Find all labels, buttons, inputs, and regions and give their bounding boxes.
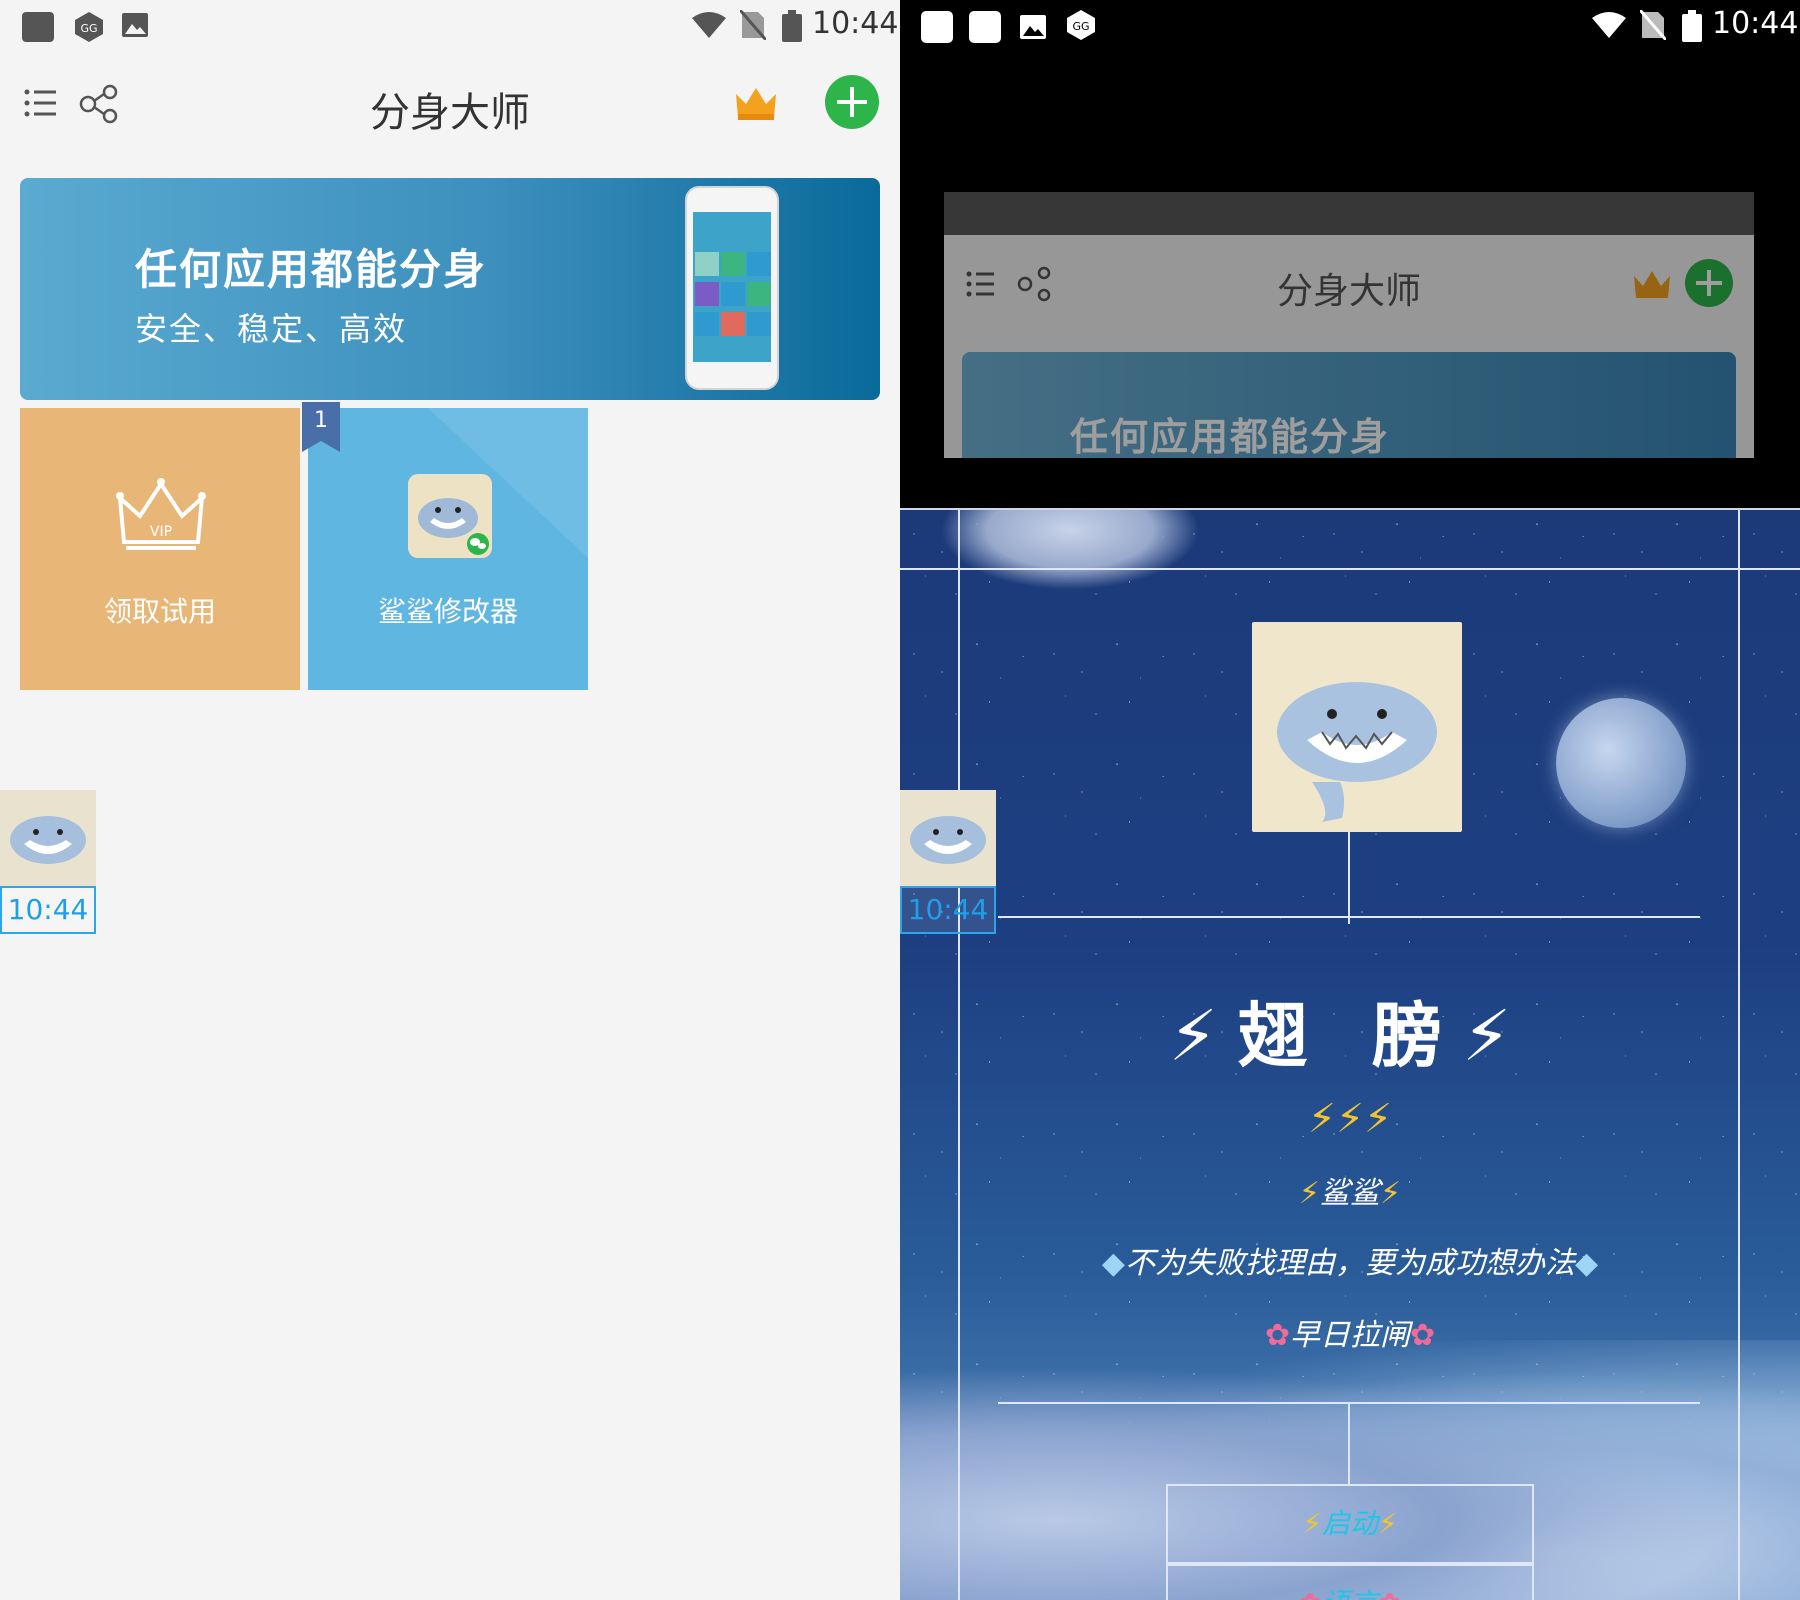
language-button[interactable]: ✿语言✿: [1166, 1564, 1534, 1600]
flower-icon: ✿: [1264, 1318, 1290, 1353]
no-sim-icon: [740, 10, 766, 40]
vip-crown-icon[interactable]: [734, 84, 778, 124]
mod-wish-line: ✿早日拉闸✿: [900, 1310, 1800, 1354]
svg-text:VIP: VIP: [150, 524, 172, 540]
gg-shield-icon: GG: [75, 12, 103, 42]
shark-avatar[interactable]: [900, 790, 996, 886]
frame-line: [1348, 1404, 1350, 1484]
app-square-icon: [22, 12, 54, 42]
moon-illustration: [1556, 698, 1686, 828]
start-button-label: 启动: [1321, 1507, 1378, 1540]
app-square-icon: [921, 11, 953, 43]
shark-app-tile[interactable]: 鲨鲨修改器: [308, 408, 588, 690]
svg-text:GG: GG: [1072, 20, 1089, 33]
mod-title: ⚡翅 膀⚡: [1168, 995, 1532, 1077]
flower-icon: ✿: [1378, 1587, 1401, 1600]
mod-avatar[interactable]: [1252, 622, 1462, 832]
phone-illustration: [685, 186, 779, 390]
diamond-icon: ◆: [1101, 1246, 1125, 1281]
flower-icon: ✿: [1410, 1318, 1436, 1353]
image-icon: [122, 13, 148, 37]
status-bar: GG 10:44: [0, 0, 900, 50]
battery-icon: [782, 10, 802, 42]
bolt-decoration: ⚡⚡⚡: [1307, 1096, 1393, 1142]
bolt-icon: ⚡: [1302, 1507, 1322, 1540]
mod-motto: 不为失败找理由，要为成功想办法: [1125, 1246, 1575, 1281]
floating-time: 10:44: [900, 886, 996, 934]
status-time: 10:44: [1712, 6, 1799, 41]
frame-line: [900, 568, 1800, 570]
shark-avatar-icon: [10, 816, 86, 864]
floating-widget[interactable]: 10:44: [900, 790, 996, 934]
right-pane: GG 10:44 分身大师 任何应用都能分身 ⚡翅 膀⚡ ⚡⚡⚡ ⚡鲨鲨⚡ ◆不…: [900, 0, 1800, 1600]
left-pane: GG 10:44 分身大师 任何应用都能分身 安全、稳定、高效 VIP 领取试用…: [0, 0, 900, 1600]
mod-motto-line: ◆不为失败找理由，要为成功想办法◆: [900, 1238, 1800, 1282]
mod-author-line: ⚡鲨鲨⚡: [900, 1168, 1800, 1212]
gg-shield-icon: GG: [1067, 10, 1095, 40]
status-time: 10:44: [812, 6, 899, 41]
card-dim-overlay: [944, 192, 1754, 458]
shark-avatar-icon: [1277, 682, 1437, 822]
top-toolbar: 分身大师: [0, 60, 900, 150]
banner-subtitle: 安全、稳定、高效: [135, 310, 408, 348]
flower-icon: ✿: [1299, 1587, 1322, 1600]
status-bar: GG 10:44: [900, 0, 1800, 50]
shark-avatar[interactable]: [0, 790, 96, 886]
no-sim-icon: [1640, 10, 1666, 40]
battery-icon: [1682, 10, 1702, 42]
start-button[interactable]: ⚡启动⚡: [1166, 1484, 1534, 1564]
cloud-decoration: [940, 510, 1200, 590]
wifi-icon: [1592, 12, 1626, 38]
bolt-icon: ⚡: [1298, 1176, 1320, 1211]
shark-app-icon: [408, 474, 492, 558]
frame-line: [1348, 832, 1350, 924]
recent-app-preview[interactable]: 分身大师 任何应用都能分身: [944, 192, 1754, 458]
vip-trial-label: 领取试用: [103, 595, 216, 628]
mod-menu-panel[interactable]: ⚡翅 膀⚡ ⚡⚡⚡ ⚡鲨鲨⚡ ◆不为失败找理由，要为成功想办法◆ ✿早日拉闸✿ …: [900, 508, 1800, 1600]
mod-wish: 早日拉闸: [1290, 1318, 1410, 1353]
diamond-icon: ◆: [1575, 1246, 1599, 1281]
svg-text:GG: GG: [80, 22, 97, 35]
add-app-button[interactable]: [824, 74, 880, 130]
vip-trial-tile[interactable]: VIP 领取试用: [20, 408, 300, 690]
shark-app-label: 鲨鲨修改器: [377, 595, 518, 628]
wifi-icon: [692, 12, 726, 38]
image-icon: [1020, 15, 1046, 39]
vip-crown-icon: VIP: [116, 478, 206, 550]
mod-author-name: 鲨鲨: [1320, 1176, 1380, 1211]
app-square-icon: [969, 11, 1001, 43]
floating-widget[interactable]: 10:44: [0, 790, 96, 934]
language-button-label: 语言: [1322, 1587, 1378, 1600]
promo-banner[interactable]: 任何应用都能分身 安全、稳定、高效: [20, 178, 880, 400]
banner-title: 任何应用都能分身: [135, 245, 488, 294]
floating-time: 10:44: [0, 886, 96, 934]
bolt-icon: ⚡: [1378, 1507, 1398, 1540]
bolt-icon: ⚡: [1380, 1176, 1402, 1211]
frame-line: [998, 916, 1700, 918]
shark-avatar-icon: [910, 816, 986, 864]
